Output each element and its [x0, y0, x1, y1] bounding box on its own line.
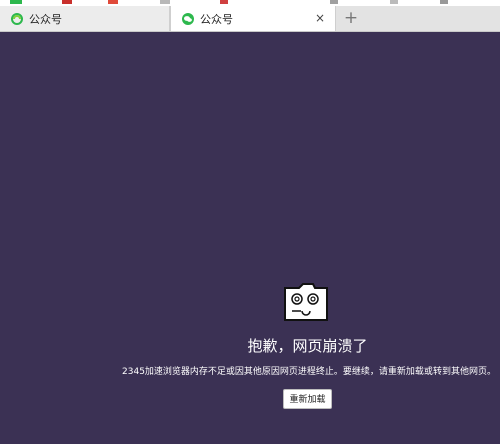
- wechat-icon: [182, 12, 194, 25]
- new-tab-button[interactable]: +: [342, 8, 360, 28]
- green-swirl-icon: [11, 12, 23, 25]
- bookmark-icon[interactable]: [440, 0, 448, 4]
- bookmark-icon[interactable]: [390, 0, 398, 4]
- tab-bar: 公众号 公众号 × +: [0, 6, 500, 32]
- bookmark-icon[interactable]: [10, 0, 22, 4]
- dizzy-folder-icon: [281, 282, 331, 322]
- crash-message: 2345加速浏览器内存不足或因其他原因网页进程终止。要继续，请重新加载或转到其他…: [122, 367, 496, 377]
- bookmark-icon[interactable]: [220, 0, 228, 4]
- bookmark-icon[interactable]: [330, 0, 338, 4]
- bookmark-icon[interactable]: [108, 0, 118, 4]
- close-icon[interactable]: ×: [313, 11, 327, 25]
- tab-title: 公众号: [200, 12, 233, 26]
- bookmark-icon[interactable]: [160, 0, 170, 4]
- tab-title: 公众号: [29, 12, 62, 26]
- reload-button[interactable]: 重新加载: [283, 389, 332, 409]
- tab-gongzhonghao-2[interactable]: 公众号 ×: [170, 6, 336, 31]
- bookmark-icon[interactable]: [62, 0, 72, 4]
- crash-title: 抱歉，网页崩溃了: [247, 337, 368, 355]
- tab-gongzhonghao-1[interactable]: 公众号: [0, 6, 170, 31]
